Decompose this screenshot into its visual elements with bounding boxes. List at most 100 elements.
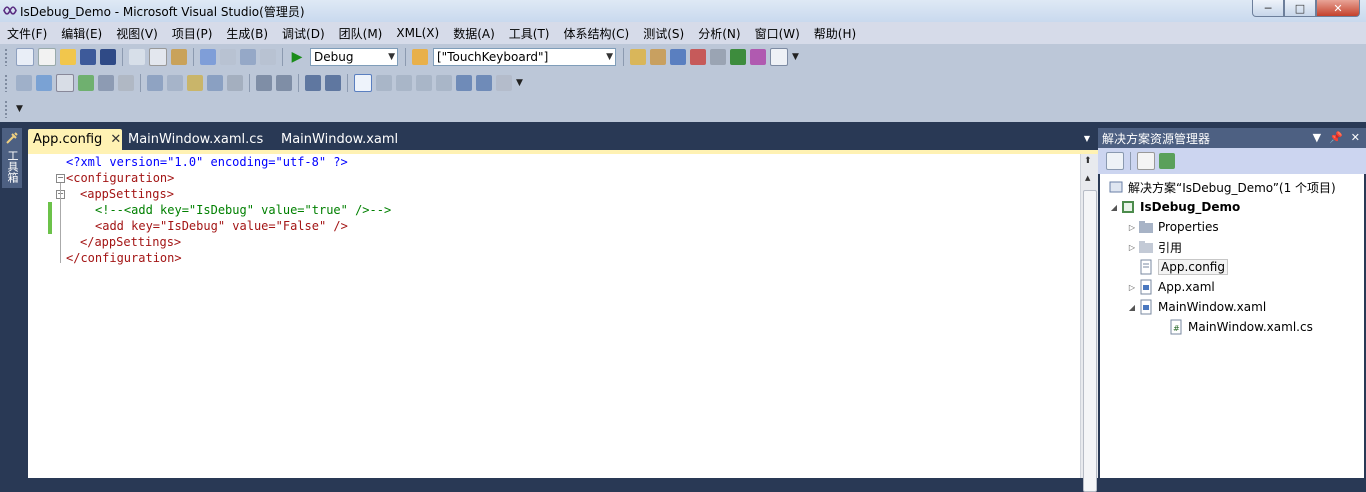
next-bookmark-folder-icon[interactable] xyxy=(436,75,452,91)
increase-indent-icon[interactable] xyxy=(276,75,292,91)
format-document-icon[interactable] xyxy=(227,75,243,91)
menu-data[interactable]: 数据(A) xyxy=(446,25,502,42)
minimize-button[interactable]: ─ xyxy=(1252,0,1284,17)
menu-xml[interactable]: XML(X) xyxy=(389,26,446,40)
menu-file[interactable]: 文件(F) xyxy=(0,25,54,42)
menu-architecture[interactable]: 体系结构(C) xyxy=(556,25,636,42)
next-bookmark-icon[interactable] xyxy=(396,75,412,91)
properties-icon[interactable] xyxy=(1106,152,1124,170)
code-editor[interactable]: − − <?xml version="1.0" encoding="utf-8"… xyxy=(28,150,1098,492)
toolbox-tab[interactable]: 工具箱 xyxy=(2,128,22,188)
add-item-icon[interactable] xyxy=(38,48,56,66)
find-combo[interactable]: ["TouchKeyboard"] ▼ xyxy=(433,48,616,66)
tree-app-config-node[interactable]: App.config xyxy=(1138,258,1228,276)
toolbox-tool-icon[interactable] xyxy=(710,49,726,65)
xml-navigate-icon[interactable] xyxy=(98,75,114,91)
uncomment-lines-icon[interactable] xyxy=(325,75,341,91)
solution-explorer-icon[interactable] xyxy=(650,49,666,65)
menu-analyze[interactable]: 分析(N) xyxy=(691,25,747,42)
previous-bookmark-document-icon[interactable] xyxy=(456,75,472,91)
find-symbol-icon[interactable] xyxy=(630,49,646,65)
menu-window[interactable]: 窗口(W) xyxy=(748,25,807,42)
expanded-arrow-icon[interactable]: ◢ xyxy=(1108,203,1120,212)
menu-help[interactable]: 帮助(H) xyxy=(807,25,863,42)
menu-tools[interactable]: 工具(T) xyxy=(502,25,557,42)
new-project-icon[interactable] xyxy=(16,48,34,66)
tab-mainwindow-xaml[interactable]: MainWindow.xaml xyxy=(276,129,398,150)
refresh-icon[interactable] xyxy=(1159,153,1175,169)
tree-properties-node[interactable]: ▷ Properties xyxy=(1126,218,1219,236)
toolbar-grip[interactable] xyxy=(4,48,8,66)
navigate-forward-icon[interactable] xyxy=(260,49,276,65)
maximize-button[interactable]: □ xyxy=(1284,0,1316,17)
collapse-icon[interactable]: − xyxy=(56,174,65,183)
parameter-info-icon[interactable] xyxy=(167,75,183,91)
navigate-backward-icon[interactable] xyxy=(240,49,256,65)
complete-word-icon[interactable] xyxy=(207,75,223,91)
tree-project-node[interactable]: ◢ IsDebug_Demo xyxy=(1108,198,1240,216)
menu-view[interactable]: 视图(V) xyxy=(109,25,165,42)
collapsed-arrow-icon[interactable]: ▷ xyxy=(1126,283,1138,292)
toolbar-overflow-icon[interactable]: ▼ xyxy=(516,78,523,88)
collapsed-arrow-icon[interactable]: ▷ xyxy=(1126,243,1138,252)
other-windows-icon[interactable] xyxy=(770,48,788,66)
close-tab-icon[interactable]: ✕ xyxy=(110,132,121,147)
open-folder-icon[interactable] xyxy=(60,49,76,65)
toolbar-overflow-icon[interactable]: ▼ xyxy=(792,52,799,62)
comment-lines-icon[interactable] xyxy=(305,75,321,91)
window-position-icon[interactable]: ▼ xyxy=(1313,131,1321,144)
pin-icon[interactable]: 📌 xyxy=(1329,131,1343,144)
menu-build[interactable]: 生成(B) xyxy=(219,25,275,42)
tree-mainwindow-xaml-node[interactable]: ◢ MainWindow.xaml xyxy=(1126,298,1266,316)
save-all-icon[interactable] xyxy=(100,49,116,65)
properties-window-icon[interactable] xyxy=(670,49,686,65)
solution-configuration-combo[interactable]: Debug ▼ xyxy=(310,48,398,66)
xml-schema-icon[interactable] xyxy=(16,75,32,91)
scroll-up-icon[interactable]: ▲ xyxy=(1085,174,1090,182)
tree-app-xaml-node[interactable]: ▷ App.xaml xyxy=(1126,278,1215,296)
next-bookmark-document-icon[interactable] xyxy=(476,75,492,91)
tab-list-dropdown-icon[interactable]: ▼ xyxy=(1084,134,1090,143)
expanded-arrow-icon[interactable]: ◢ xyxy=(1126,303,1138,312)
menu-edit[interactable]: 编辑(E) xyxy=(54,25,109,42)
decrease-indent-icon[interactable] xyxy=(256,75,272,91)
quick-info-icon[interactable] xyxy=(187,75,203,91)
start-debugging-icon[interactable]: ▶ xyxy=(289,49,305,65)
clear-bookmarks-icon[interactable] xyxy=(496,75,512,91)
tab-mainwindow-xaml-cs[interactable]: MainWindow.xaml.cs xyxy=(123,129,263,150)
cut-icon[interactable] xyxy=(129,49,145,65)
display-object-members-icon[interactable] xyxy=(147,75,163,91)
tab-app-config[interactable]: App.config ✕ xyxy=(28,129,122,150)
vertical-scrollbar[interactable]: ⬆ ▲ xyxy=(1080,154,1098,492)
close-button[interactable]: ✕ xyxy=(1316,0,1360,17)
menu-team[interactable]: 团队(M) xyxy=(332,25,390,42)
previous-bookmark-folder-icon[interactable] xyxy=(416,75,432,91)
tree-references-node[interactable]: ▷ 引用 xyxy=(1126,238,1182,256)
collapsed-arrow-icon[interactable]: ▷ xyxy=(1126,223,1138,232)
copy-icon[interactable] xyxy=(149,48,167,66)
object-browser-icon[interactable] xyxy=(690,49,706,65)
menu-debug[interactable]: 调试(D) xyxy=(275,25,332,42)
redo-icon[interactable] xyxy=(220,49,236,65)
close-panel-icon[interactable]: ✕ xyxy=(1351,131,1360,144)
xslt-debug-icon[interactable] xyxy=(36,75,52,91)
split-window-icon[interactable]: ⬆ xyxy=(1084,156,1092,166)
menu-project[interactable]: 项目(P) xyxy=(165,25,220,42)
toolbar-grip[interactable] xyxy=(4,74,8,92)
paste-icon[interactable] xyxy=(171,49,187,65)
toolbar-overflow-icon[interactable]: ▼ xyxy=(16,104,23,114)
start-page-icon[interactable] xyxy=(750,49,766,65)
previous-bookmark-icon[interactable] xyxy=(376,75,392,91)
toolbar-grip[interactable] xyxy=(4,100,8,118)
toggle-bookmark-icon[interactable] xyxy=(354,74,372,92)
xml-tool-icon[interactable] xyxy=(118,75,134,91)
undo-icon[interactable] xyxy=(200,49,216,65)
scroll-thumb[interactable] xyxy=(1083,190,1097,492)
tree-mainwindow-xaml-cs-node[interactable]: # MainWindow.xaml.cs xyxy=(1168,318,1313,336)
show-all-files-icon[interactable] xyxy=(1137,152,1155,170)
start-xslt-icon[interactable] xyxy=(78,75,94,91)
menu-test[interactable]: 测试(S) xyxy=(636,25,691,42)
show-xslt-output-icon[interactable] xyxy=(56,74,74,92)
save-icon[interactable] xyxy=(80,49,96,65)
find-in-files-icon[interactable] xyxy=(412,49,428,65)
